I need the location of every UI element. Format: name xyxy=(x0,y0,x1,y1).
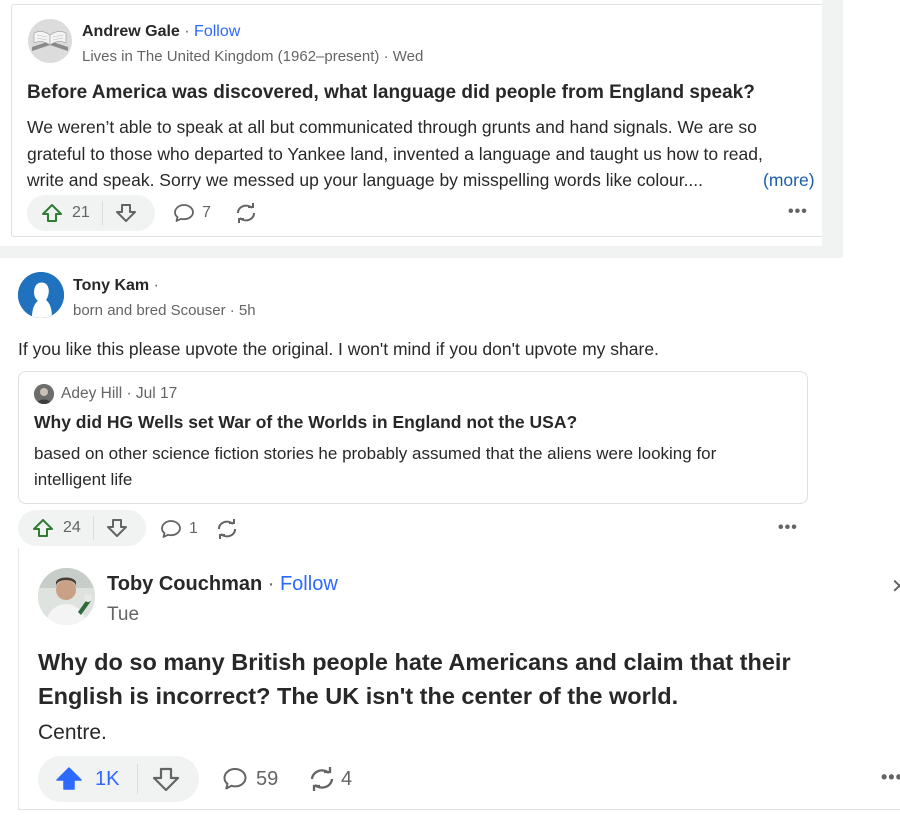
comment-button[interactable]: 1 xyxy=(160,519,198,539)
downvote-button[interactable] xyxy=(94,510,128,546)
more-options-icon[interactable]: ••• xyxy=(881,767,900,788)
person-silhouette-icon xyxy=(18,272,64,318)
follow-button[interactable]: Follow xyxy=(280,573,338,595)
embed-line: based on other science fiction stories h… xyxy=(34,444,717,463)
person-avatar-icon xyxy=(34,384,54,404)
author-avatar[interactable] xyxy=(28,19,72,63)
upvote-icon xyxy=(33,519,53,537)
upvote-filled-icon xyxy=(56,767,82,790)
downvote-button[interactable] xyxy=(138,756,180,802)
embed-question-title: Why did HG Wells set War of the Worlds i… xyxy=(34,412,578,432)
comment-count: 59 xyxy=(256,767,279,790)
upvote-count: 1K xyxy=(95,767,120,790)
upvote-button[interactable]: 21 xyxy=(27,195,102,231)
vote-pill: 24 xyxy=(18,510,146,546)
answer-line: grateful to those who departed to Yankee… xyxy=(27,143,763,164)
author-avatar[interactable] xyxy=(38,568,95,625)
embed-author-avatar xyxy=(34,384,54,404)
person-photo-icon xyxy=(38,568,95,625)
question-title[interactable]: Why do so many British people hate Ameri… xyxy=(38,645,791,713)
comment-button[interactable]: 7 xyxy=(173,203,211,223)
reshare-icon xyxy=(218,519,236,539)
answer-card-andrew-gale: Andrew Gale · Follow Lives in The United… xyxy=(11,4,833,237)
embed-answer-text: based on other science fiction stories h… xyxy=(34,441,716,493)
answer-line: We weren’t able to speak at all but comm… xyxy=(27,117,757,137)
comment-icon xyxy=(174,204,194,222)
author-name[interactable]: Tony Kam xyxy=(73,277,149,294)
author-name[interactable]: Toby Couchman xyxy=(107,573,262,595)
answer-text[interactable]: Centre. xyxy=(38,721,107,745)
vote-pill: 1K xyxy=(38,756,199,802)
author-name[interactable]: Andrew Gale xyxy=(82,23,180,40)
follow-button[interactable]: Follow xyxy=(194,23,240,40)
author-credential[interactable]: born and bred Scouser · 5h xyxy=(73,302,256,319)
separator-dot: · xyxy=(184,23,195,40)
answer-card-toby-couchman: Toby Couchman · Follow Tue Why do so man… xyxy=(18,548,900,810)
more-options-icon[interactable]: ••• xyxy=(778,519,798,537)
book-avatar-icon xyxy=(28,19,72,63)
embedded-answer[interactable]: Adey Hill · Jul 17 Why did HG Wells set … xyxy=(18,371,808,504)
upvote-button[interactable]: 24 xyxy=(18,510,93,546)
downvote-icon xyxy=(106,519,127,537)
question-title[interactable]: Before America was discovered, what lang… xyxy=(27,82,755,104)
share-button[interactable]: 4 xyxy=(308,767,352,791)
answer-line: write and speak. Sorry we messed up your… xyxy=(27,170,704,190)
share-button[interactable] xyxy=(215,519,239,539)
upvote-count: 21 xyxy=(72,204,90,221)
embed-author: Adey Hill · Jul 17 xyxy=(61,385,178,402)
reshare-icon xyxy=(237,203,255,223)
share-card-tony-kam: Tony Kam · born and bred Scouser · 5h If… xyxy=(0,258,823,548)
more-link[interactable]: (more) xyxy=(763,167,815,194)
answer-text[interactable]: We weren’t able to speak at all but comm… xyxy=(27,114,827,194)
close-icon[interactable]: ✕ xyxy=(891,574,900,599)
feed-divider xyxy=(0,246,843,258)
more-options-icon[interactable]: ••• xyxy=(788,203,808,221)
comment-icon xyxy=(161,520,181,538)
comment-count: 1 xyxy=(189,520,198,537)
comment-button[interactable]: 59 xyxy=(222,767,278,791)
feed-gutter xyxy=(822,0,843,246)
upvote-button[interactable]: 1K xyxy=(38,756,137,802)
separator-dot: · xyxy=(267,573,280,595)
answer-line-last: write and speak. Sorry we messed up your… xyxy=(27,167,827,194)
share-button[interactable] xyxy=(234,203,258,223)
share-text[interactable]: If you like this please upvote the origi… xyxy=(18,339,659,360)
upvote-icon xyxy=(42,204,62,222)
answer-date[interactable]: Tue xyxy=(107,604,139,626)
share-count: 4 xyxy=(341,767,353,790)
downvote-icon xyxy=(153,767,180,791)
question-line: Why do so many British people hate Ameri… xyxy=(38,649,791,675)
downvote-icon xyxy=(115,204,136,222)
comment-count: 7 xyxy=(202,204,211,221)
separator-dot: · xyxy=(153,277,159,294)
question-line: English is incorrect? The UK isn't the c… xyxy=(38,683,679,709)
downvote-button[interactable] xyxy=(103,195,137,231)
comment-icon xyxy=(223,768,247,790)
embed-line: intelligent life xyxy=(34,470,133,489)
upvote-count: 24 xyxy=(63,519,81,536)
vote-pill: 21 xyxy=(27,195,155,231)
author-credential[interactable]: Lives in The United Kingdom (1962–presen… xyxy=(82,48,423,65)
author-avatar[interactable] xyxy=(18,272,64,318)
reshare-icon xyxy=(310,767,334,791)
